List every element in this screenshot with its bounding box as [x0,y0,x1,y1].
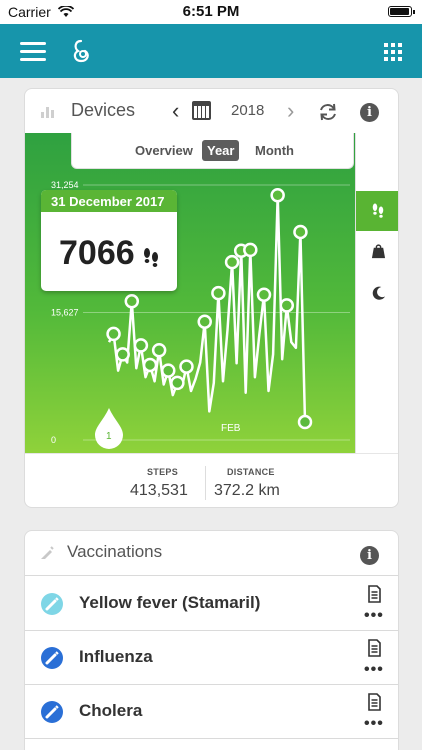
tab-month[interactable]: Month [250,140,299,161]
side-tab-steps[interactable] [356,191,398,231]
period-segmented-control: Overview Year Month [71,133,354,169]
steps-value: 413,531 [130,482,188,499]
vaccinations-card: Vaccinations i Yellow fever (Stamaril) ••… [24,530,399,750]
stats-divider [205,466,206,500]
side-tab-sleep[interactable] [356,274,398,314]
vaccination-name: Cholera [79,701,143,720]
steps-label: STEPS [147,467,179,477]
more-options-icon[interactable]: ••• [364,608,384,624]
more-options-icon[interactable]: ••• [364,662,384,678]
distance-value: 372.2 km [214,482,280,499]
vaccinations-header: Vaccinations i [25,531,398,576]
weight-icon [371,244,386,259]
vaccination-name: Influenza [79,647,153,666]
tab-overview[interactable]: Overview [130,140,198,161]
moon-icon [372,286,386,300]
y-tick-label: 15,627 [51,308,79,318]
distance-label: DISTANCE [227,467,275,477]
syringe-badge-icon [41,593,63,615]
data-point [211,285,226,301]
devices-title: Devices [71,100,136,120]
month-marker-drop [95,408,123,449]
calendar-icon[interactable] [192,101,211,120]
x-tick-label: FEB [221,423,241,434]
data-point [115,347,130,362]
vaccinations-info-icon[interactable]: i [360,546,379,565]
menu-icon[interactable] [20,42,46,61]
more-options-icon[interactable]: ••• [364,716,384,732]
next-arrow-icon[interactable]: › [287,98,294,124]
status-time: 6:51 PM [182,3,240,20]
battery-icon [388,6,415,17]
tooltip-value: 7066 [59,234,135,272]
y-tick-label: 0 [51,435,56,445]
document-icon[interactable] [366,585,382,603]
metric-side-panel [355,133,398,453]
document-icon[interactable] [366,639,382,657]
vaccination-row[interactable]: Influenza ••• [25,631,398,685]
data-point [124,294,140,309]
app-bar [0,24,422,78]
data-point [224,254,240,270]
data-point [179,359,194,374]
syringe-badge-icon [41,701,63,723]
vaccination-row[interactable]: Yellow fever (Stamaril) ••• [25,577,398,631]
y-tick-label: 31,254 [51,180,79,190]
data-point [243,242,258,258]
devices-card: Devices ‹ 2018 › i 31,254 15,627 0 FEB 1 Ove… [24,88,399,508]
data-point [293,224,308,240]
data-point [170,375,185,391]
footsteps-icon [372,203,384,218]
data-point [151,343,167,358]
document-icon[interactable] [366,693,382,711]
data-point [279,298,295,313]
data-point [197,314,212,329]
steps-chart-svg: 31,254 15,627 0 FEB 1 [51,180,350,449]
syringe-icon [41,546,54,559]
status-bar: Carrier 6:51 PM [0,0,422,24]
devices-info-icon[interactable]: i [360,103,379,122]
apps-grid-icon[interactable] [384,43,402,61]
syringe-badge-icon [41,647,63,669]
sync-icon[interactable] [317,101,339,123]
data-point [106,326,121,342]
chart-tooltip: 31 December 2017 7066 [41,190,177,291]
data-point [142,357,158,373]
battery-level-fill [390,8,409,15]
vaccination-name: Yellow fever (Stamaril) [79,593,261,612]
previous-arrow-icon[interactable]: ‹ [172,98,179,124]
stats-row: STEPS 413,531 DISTANCE 372.2 km [25,453,398,507]
devices-header: Devices ‹ 2018 › i [25,89,398,133]
side-tab-weight[interactable] [356,232,398,272]
data-point [270,187,285,203]
data-point [133,338,149,353]
data-point [161,363,176,378]
data-point [256,287,272,303]
footsteps-icon [144,248,158,267]
vaccination-row[interactable]: Cholera ••• [25,685,398,739]
tooltip-date: 31 December 2017 [41,190,177,212]
data-point [297,414,313,430]
year-label[interactable]: 2018 [231,102,264,119]
app-logo-icon[interactable] [68,38,94,64]
tab-year[interactable]: Year [202,140,240,161]
vaccinations-title: Vaccinations [67,542,163,561]
steps-chart: 31,254 15,627 0 FEB 1 [25,133,355,453]
bar-chart-icon [41,104,55,118]
month-marker-label: 1 [106,431,112,442]
